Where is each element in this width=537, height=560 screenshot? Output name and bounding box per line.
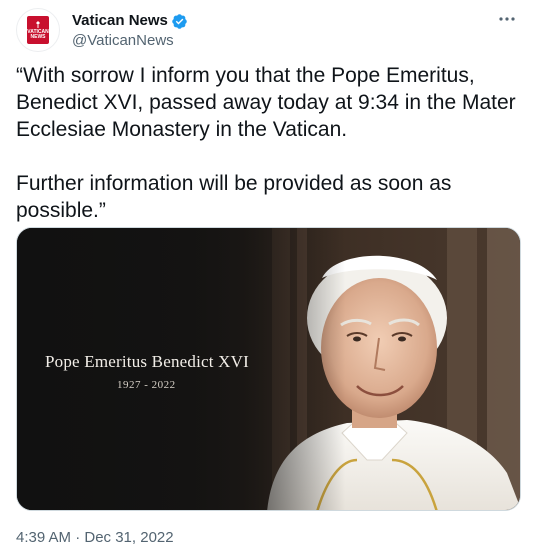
tweet-text: “With sorrow I inform you that the Pope … xyxy=(16,62,521,224)
author-names: Vatican News @VaticanNews xyxy=(72,11,188,51)
tweet-timestamp[interactable]: 4:39 AM · Dec 31, 2022 xyxy=(16,528,174,548)
avatar-text-line-2: NEWS xyxy=(30,34,46,40)
author-handle[interactable]: @VaticanNews xyxy=(72,31,188,51)
tweet-text-paragraph-2: Further information will be provided as … xyxy=(16,172,452,222)
tweet-media-image[interactable]: Pope Emeritus Benedict XVI 1927 - 2022 xyxy=(16,227,521,511)
vatican-news-logo-icon: VATICAN NEWS xyxy=(27,16,49,44)
avatar[interactable]: VATICAN NEWS xyxy=(16,8,60,52)
media-caption-years: 1927 - 2022 xyxy=(117,379,176,391)
media-caption-title: Pope Emeritus Benedict XVI xyxy=(45,352,249,371)
verified-badge-icon xyxy=(172,13,187,29)
display-name-text[interactable]: Vatican News xyxy=(72,11,168,31)
tweet-card: VATICAN NEWS Vatican News @VaticanNews “… xyxy=(0,0,537,560)
tweet-text-paragraph-1: “With sorrow I inform you that the Pope … xyxy=(16,64,516,141)
tweet-header: VATICAN NEWS Vatican News @VaticanNews xyxy=(16,8,521,52)
more-horizontal-icon[interactable] xyxy=(495,10,519,30)
author-display-name[interactable]: Vatican News xyxy=(72,11,188,31)
